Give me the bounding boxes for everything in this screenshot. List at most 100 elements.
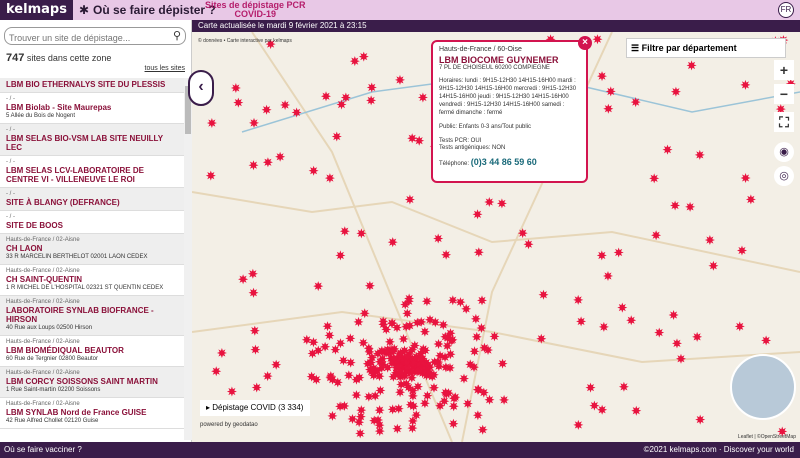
site-marker[interactable] bbox=[484, 394, 495, 405]
site-marker[interactable] bbox=[335, 338, 346, 349]
site-marker[interactable] bbox=[654, 327, 665, 338]
site-marker[interactable] bbox=[249, 117, 259, 128]
site-marker[interactable] bbox=[448, 401, 459, 412]
site-marker[interactable] bbox=[205, 170, 216, 181]
site-marker[interactable] bbox=[359, 308, 370, 319]
site-marker[interactable] bbox=[613, 247, 624, 258]
site-marker[interactable] bbox=[248, 287, 259, 298]
site-marker[interactable] bbox=[734, 321, 745, 332]
site-marker[interactable] bbox=[262, 157, 273, 168]
site-marker[interactable] bbox=[462, 398, 473, 409]
site-marker[interactable] bbox=[441, 249, 452, 260]
site-marker[interactable] bbox=[301, 334, 312, 345]
site-marker[interactable] bbox=[322, 321, 333, 332]
list-item[interactable]: Hauts-de-France / 02-Aisne LBM BIOMÉDIQUA… bbox=[0, 336, 184, 367]
leaflet-attribution[interactable]: Leaflet | ©OpenStreetMap bbox=[738, 434, 796, 440]
site-marker[interactable] bbox=[477, 295, 487, 306]
covid-layer-toggle[interactable]: ▸ Dépistage COVID (3 334) bbox=[200, 400, 310, 416]
site-marker[interactable] bbox=[631, 405, 642, 416]
site-marker[interactable] bbox=[407, 133, 418, 144]
site-marker[interactable] bbox=[670, 200, 681, 211]
site-marker[interactable] bbox=[433, 233, 444, 244]
site-marker[interactable] bbox=[618, 381, 629, 392]
site-marker[interactable] bbox=[440, 387, 451, 398]
site-marker[interactable] bbox=[345, 333, 356, 344]
site-marker[interactable] bbox=[338, 355, 349, 366]
site-marker[interactable] bbox=[330, 344, 341, 355]
site-marker[interactable] bbox=[517, 228, 528, 239]
site-marker[interactable] bbox=[392, 423, 403, 434]
site-marker[interactable] bbox=[351, 374, 362, 385]
site-marker[interactable] bbox=[238, 274, 249, 285]
site-marker[interactable] bbox=[374, 371, 385, 382]
site-marker[interactable] bbox=[603, 271, 613, 281]
site-marker[interactable] bbox=[404, 194, 415, 205]
site-marker[interactable] bbox=[523, 239, 534, 250]
site-marker[interactable] bbox=[364, 280, 375, 291]
site-marker[interactable] bbox=[496, 198, 507, 209]
site-marker[interactable] bbox=[603, 103, 614, 114]
site-marker[interactable] bbox=[327, 410, 338, 421]
site-marker[interactable] bbox=[250, 344, 261, 355]
site-marker[interactable] bbox=[324, 330, 335, 341]
site-marker[interactable] bbox=[262, 371, 273, 382]
site-marker[interactable] bbox=[484, 197, 495, 207]
site-marker[interactable] bbox=[668, 310, 679, 320]
site-marker[interactable] bbox=[617, 302, 628, 313]
site-marker[interactable] bbox=[280, 100, 291, 110]
site-marker[interactable] bbox=[419, 326, 430, 337]
site-marker[interactable] bbox=[676, 353, 686, 364]
site-marker[interactable] bbox=[589, 400, 600, 411]
site-marker[interactable] bbox=[472, 209, 483, 220]
site-marker[interactable] bbox=[499, 394, 510, 405]
site-marker[interactable] bbox=[271, 359, 282, 370]
site-marker[interactable] bbox=[324, 173, 335, 184]
site-marker[interactable] bbox=[249, 325, 260, 336]
site-marker[interactable] bbox=[440, 362, 451, 373]
site-marker[interactable] bbox=[433, 339, 444, 349]
site-marker[interactable] bbox=[477, 424, 488, 435]
search-box[interactable]: ⚲ bbox=[4, 27, 186, 46]
site-marker[interactable] bbox=[704, 235, 715, 245]
site-marker[interactable] bbox=[459, 373, 469, 384]
site-marker[interactable] bbox=[358, 51, 369, 62]
list-item[interactable]: - / - LBM SELAS BIO-VSM LAB SITE NEUILLY … bbox=[0, 124, 184, 156]
site-marker[interactable] bbox=[343, 370, 354, 381]
site-marker[interactable] bbox=[275, 151, 286, 162]
site-marker[interactable] bbox=[355, 428, 366, 439]
site-marker[interactable] bbox=[448, 418, 459, 429]
site-marker[interactable] bbox=[662, 144, 673, 155]
list-item[interactable]: - / - SITE DE BOOS bbox=[0, 211, 184, 234]
site-marker[interactable] bbox=[469, 362, 479, 373]
search-input[interactable] bbox=[5, 30, 165, 46]
fullscreen-icon[interactable]: ⛶ bbox=[774, 112, 794, 132]
site-marker[interactable] bbox=[489, 331, 500, 342]
site-marker[interactable] bbox=[216, 348, 227, 358]
site-marker[interactable] bbox=[247, 268, 258, 279]
site-marker[interactable] bbox=[206, 118, 217, 128]
logo[interactable]: kelmaps bbox=[0, 0, 73, 20]
site-marker[interactable] bbox=[472, 410, 483, 421]
site-marker[interactable] bbox=[429, 382, 439, 393]
site-marker[interactable] bbox=[470, 313, 481, 324]
site-marker[interactable] bbox=[321, 91, 331, 102]
site-marker[interactable] bbox=[670, 86, 681, 97]
list-item[interactable]: Hauts-de-France / 02-Aisne CH LAON 33 R MA… bbox=[0, 234, 184, 265]
vaccine-link[interactable]: Où se faire vacciner ? bbox=[4, 445, 82, 454]
site-marker[interactable] bbox=[351, 390, 362, 401]
all-sites-link[interactable]: tous les sites bbox=[145, 65, 185, 72]
language-button[interactable]: FR bbox=[778, 2, 794, 18]
site-marker[interactable] bbox=[402, 308, 413, 319]
zoom-out-button[interactable]: − bbox=[774, 84, 794, 104]
site-marker[interactable] bbox=[374, 426, 385, 437]
site-marker[interactable] bbox=[339, 226, 350, 237]
locate-icon[interactable]: ◉ bbox=[774, 142, 794, 162]
site-marker[interactable] bbox=[596, 250, 607, 261]
list-item[interactable]: Hauts-de-France / 02-Aisne LABORATOIRE SY… bbox=[0, 296, 184, 336]
site-marker[interactable] bbox=[471, 331, 482, 342]
department-filter-button[interactable]: ☰ Filtre par département bbox=[626, 38, 786, 58]
site-marker[interactable] bbox=[497, 358, 508, 369]
site-marker[interactable] bbox=[573, 294, 584, 305]
search-icon[interactable]: ⚲ bbox=[173, 29, 181, 42]
site-marker[interactable] bbox=[651, 230, 662, 241]
